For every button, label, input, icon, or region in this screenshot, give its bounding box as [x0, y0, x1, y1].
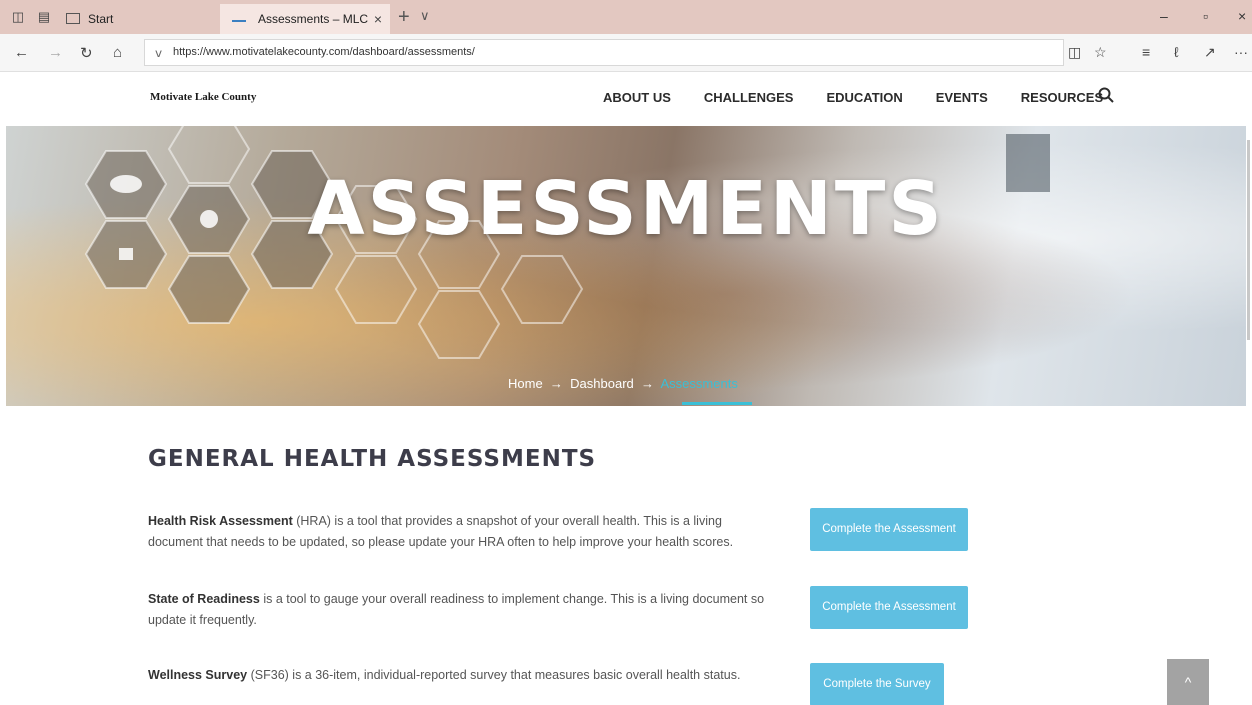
site-header: Motivate Lake County ABOUT US CHALLENGES…: [0, 72, 1252, 126]
start-page-icon: [66, 13, 80, 24]
hero-banner: ASSESSMENTS Home → Dashboard → Assessmen…: [6, 126, 1246, 406]
site-favicon-icon: [232, 16, 246, 22]
reading-view-icon[interactable]: ◫: [1068, 44, 1081, 61]
forward-icon[interactable]: →: [48, 44, 63, 61]
nav-events[interactable]: EVENTS: [936, 90, 988, 105]
lock-icon: ⅴ: [155, 46, 163, 60]
hero-title: ASSESSMENTS: [307, 166, 945, 252]
notes-pen-icon[interactable]: ℓ: [1174, 44, 1179, 60]
assessment-text: (SF36) is a 36-item, individual-reported…: [247, 668, 741, 682]
assessment-name: State of Readiness: [148, 592, 260, 606]
hra-complete-button[interactable]: Complete the Assessment: [810, 508, 968, 551]
breadcrumb-separator: →: [641, 376, 654, 391]
close-tab-icon[interactable]: ×: [374, 4, 382, 34]
readiness-complete-button[interactable]: Complete the Assessment: [810, 586, 968, 629]
nav-resources[interactable]: RESOURCES: [1021, 90, 1103, 105]
back-icon[interactable]: ←: [14, 44, 29, 61]
scrollbar-thumb[interactable]: [1247, 140, 1250, 340]
assessment-description: State of Readiness is a tool to gauge yo…: [148, 589, 768, 631]
section-title: GENERAL HEALTH ASSESSMENTS: [148, 446, 597, 472]
assessment-name: Health Risk Assessment: [148, 514, 293, 528]
tab-start[interactable]: Start: [62, 4, 212, 34]
breadcrumb-current: Assessments: [660, 376, 738, 391]
tab-preview-chevron-icon[interactable]: ∨: [420, 8, 430, 24]
tab-label: Start: [88, 12, 114, 26]
browser-tab-bar: ◫ ▤ Start Assessments – MLC × + ∨ – ▫ ×: [0, 0, 1252, 34]
breadcrumb-separator: →: [549, 376, 563, 391]
nav-challenges[interactable]: CHALLENGES: [704, 90, 794, 105]
assessment-description: Wellness Survey (SF36) is a 36-item, ind…: [148, 665, 768, 686]
favorites-hub-icon[interactable]: ≡: [1142, 44, 1150, 60]
breadcrumb-home[interactable]: Home: [508, 376, 543, 391]
share-icon[interactable]: ↗: [1204, 44, 1216, 61]
more-menu-button[interactable]: ···: [1234, 44, 1248, 60]
assessment-description: Health Risk Assessment (HRA) is a tool t…: [148, 511, 768, 553]
breadcrumb: Home → Dashboard → Assessments: [508, 376, 738, 391]
home-icon[interactable]: ⌂: [113, 44, 122, 61]
tab-label: Assessments – MLC: [258, 12, 369, 26]
url-text: https://www.motivatelakecounty.com/dashb…: [173, 46, 475, 58]
minimize-button[interactable]: –: [1160, 8, 1168, 24]
search-icon[interactable]: [1098, 87, 1114, 103]
restore-button[interactable]: ▫: [1203, 8, 1208, 24]
refresh-icon[interactable]: ↻: [80, 44, 93, 62]
assessment-name: Wellness Survey: [148, 668, 248, 682]
close-window-button[interactable]: ×: [1238, 8, 1246, 24]
nav-education[interactable]: EDUCATION: [826, 90, 902, 105]
favorite-star-icon[interactable]: ☆: [1094, 44, 1107, 61]
tab-assessments[interactable]: Assessments – MLC ×: [220, 4, 390, 34]
scroll-to-top-button[interactable]: ^: [1167, 659, 1209, 705]
nav-about-us[interactable]: ABOUT US: [603, 90, 671, 105]
url-field[interactable]: ⅴ https://www.motivatelakecounty.com/das…: [144, 39, 1064, 66]
main-nav: ABOUT US CHALLENGES EDUCATION EVENTS RES…: [603, 90, 1103, 105]
tab-actions-icon[interactable]: ◫: [10, 9, 26, 25]
breadcrumb-dashboard[interactable]: Dashboard: [570, 376, 634, 391]
survey-complete-button[interactable]: Complete the Survey: [810, 663, 944, 705]
site-logo[interactable]: Motivate Lake County: [150, 91, 256, 103]
chevron-up-icon: ^: [1184, 674, 1192, 690]
set-aside-icon[interactable]: ▤: [36, 9, 52, 25]
new-tab-button[interactable]: +: [398, 6, 410, 29]
address-bar: ← → ↻ ⌂ ⅴ https://www.motivatelakecounty…: [0, 34, 1252, 72]
breadcrumb-underline: [682, 402, 752, 405]
